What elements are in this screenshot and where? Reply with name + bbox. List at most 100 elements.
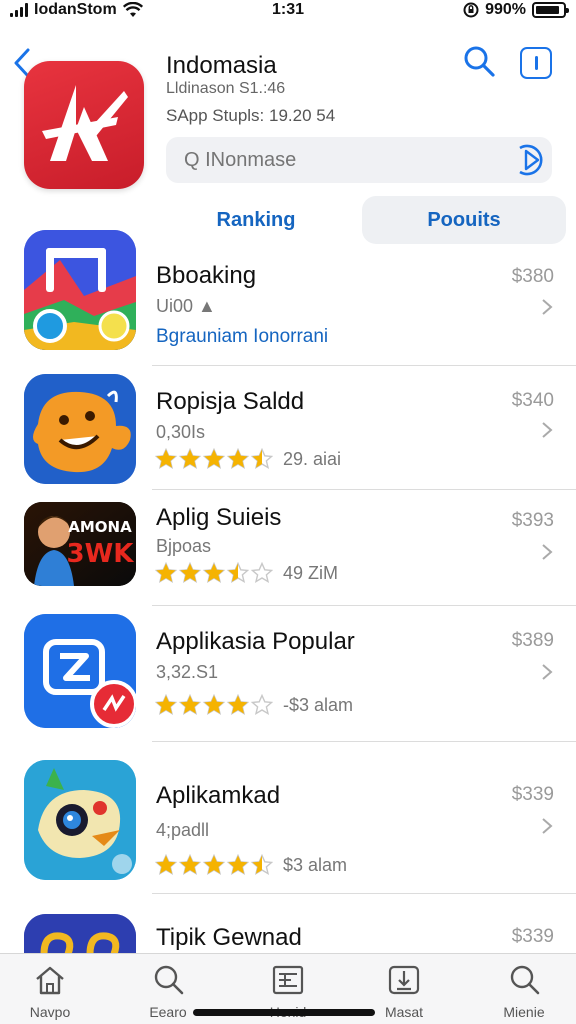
chevron-right-icon bbox=[542, 422, 553, 438]
star-icons bbox=[155, 562, 273, 584]
star-icon bbox=[227, 448, 249, 470]
popular-app-icon bbox=[24, 614, 136, 728]
app-subtitle: 0,30Is bbox=[156, 422, 206, 442]
star-icon bbox=[179, 854, 201, 876]
star-icon bbox=[203, 854, 225, 876]
list-item[interactable]: Ropisja Saldd 0,30Is 29. aiai $340 bbox=[0, 366, 576, 490]
app-title: Aplikamkad bbox=[156, 782, 281, 809]
app-title: Ropisja Saldd bbox=[156, 388, 305, 415]
star-icon bbox=[155, 854, 177, 876]
star-icon bbox=[227, 854, 249, 876]
orientation-lock-icon bbox=[463, 2, 479, 18]
list-item[interactable]: Applikasia Popular 3,32.S1 -$3 alam $389 bbox=[0, 606, 576, 742]
app-icon bbox=[24, 760, 136, 880]
store-app-icon bbox=[24, 61, 144, 189]
app-rating: $3 alam bbox=[155, 854, 347, 876]
star-icon bbox=[251, 562, 273, 584]
search-field[interactable] bbox=[166, 137, 552, 183]
page-title: Indomasia bbox=[166, 52, 277, 79]
app-subtitle: 3,32.S1 bbox=[156, 662, 219, 682]
brand-logo-icon bbox=[42, 85, 128, 161]
list-item[interactable]: Tipik Gewnad $339 bbox=[0, 894, 576, 974]
tabbar-label: Mienie bbox=[503, 1004, 545, 1020]
app-price: $339 bbox=[511, 926, 554, 947]
star-icons bbox=[155, 694, 273, 716]
app-price: $393 bbox=[511, 510, 554, 531]
search-icon[interactable] bbox=[462, 44, 496, 80]
tabbar-item-updates[interactable]: Masat bbox=[364, 964, 444, 1020]
star-icon bbox=[179, 448, 201, 470]
tabbar-label: Masat bbox=[384, 1004, 424, 1020]
app-icon bbox=[24, 230, 136, 350]
tabbar-item-search-2[interactable]: Mienie bbox=[484, 964, 564, 1020]
rating-count: 49 ZiM bbox=[283, 562, 339, 583]
chevron-right-icon bbox=[542, 664, 553, 680]
bird-app-icon bbox=[24, 760, 136, 880]
rating-count: -$3 alam bbox=[283, 694, 354, 715]
star-icon bbox=[227, 562, 249, 584]
icon-wordmark-top: AMONA bbox=[68, 518, 132, 536]
star-icon bbox=[251, 694, 273, 716]
star-icons bbox=[155, 854, 273, 876]
app-title: Applikasia Popular bbox=[156, 628, 355, 655]
search-icon bbox=[510, 965, 540, 995]
list-item[interactable]: AMONA 3WK Aplig Suieis Bjpoas 49 ZiM $39… bbox=[0, 490, 576, 606]
app-rating: 29. aiai bbox=[155, 448, 341, 470]
app-title: Bboaking bbox=[156, 262, 257, 289]
list-item[interactable]: Aplikamkad 4;padll $3 alam $339 bbox=[0, 742, 576, 894]
home-icon bbox=[36, 966, 64, 995]
store-stats: SApp Stupls: 19.20 54 bbox=[166, 106, 336, 125]
game-app-icon: AMONA 3WK bbox=[24, 502, 136, 586]
icon-wordmark: 3WK bbox=[67, 539, 135, 569]
app-title: Tipik Gewnad bbox=[156, 924, 302, 951]
app-price: $339 bbox=[511, 784, 554, 805]
battery-percent: 990% bbox=[485, 1, 526, 18]
app-rating: 49 ZiM bbox=[155, 562, 338, 584]
info-icon[interactable] bbox=[520, 47, 552, 79]
list-item[interactable]: Bboaking Ui00 ▲ Bgrauniam Ionorrani $380 bbox=[0, 226, 576, 366]
star-icon bbox=[251, 854, 273, 876]
app-icon bbox=[24, 374, 136, 484]
app-subtitle: Bjpoas bbox=[156, 536, 212, 556]
app-price: $380 bbox=[511, 266, 554, 287]
star-icon bbox=[203, 694, 225, 716]
app-icon: AMONA 3WK bbox=[24, 502, 136, 586]
rating-count: $3 alam bbox=[283, 854, 348, 875]
app-rating: -$3 alam bbox=[155, 694, 353, 716]
booking-app-icon bbox=[24, 230, 136, 350]
go-icon[interactable] bbox=[510, 140, 550, 180]
search-input[interactable] bbox=[184, 148, 504, 172]
star-icon bbox=[155, 694, 177, 716]
search-icon bbox=[154, 965, 184, 995]
star-icon bbox=[155, 448, 177, 470]
chevron-right-icon bbox=[542, 544, 553, 560]
status-bar: IodanStom 1:31 990% bbox=[0, 0, 576, 22]
mascot-app-icon bbox=[24, 374, 136, 484]
tabbar-item-home[interactable]: Navpo bbox=[10, 964, 90, 1020]
updates-icon bbox=[388, 965, 420, 995]
app-price: $340 bbox=[511, 390, 554, 411]
star-icon bbox=[251, 448, 273, 470]
chevron-right-icon bbox=[542, 299, 553, 315]
star-icon bbox=[179, 694, 201, 716]
app-subtitle: 4;padll bbox=[156, 820, 210, 840]
chevron-right-icon bbox=[542, 818, 553, 834]
rating-count: 29. aiai bbox=[283, 448, 342, 469]
app-price: $389 bbox=[511, 630, 554, 651]
star-icon bbox=[203, 562, 225, 584]
star-icons bbox=[155, 448, 273, 470]
star-icon bbox=[227, 694, 249, 716]
categories-icon bbox=[272, 965, 304, 995]
app-title: Aplig Suieis bbox=[156, 504, 282, 531]
battery-icon bbox=[532, 2, 569, 18]
tabbar-label: Navpo bbox=[29, 1004, 71, 1020]
star-icon bbox=[155, 562, 177, 584]
home-indicator[interactable] bbox=[193, 1009, 375, 1016]
app-category-link[interactable]: Bgrauniam Ionorrani bbox=[156, 326, 328, 348]
star-icon bbox=[179, 562, 201, 584]
app-icon bbox=[24, 614, 136, 728]
app-subtitle: Ui00 ▲ bbox=[156, 296, 216, 316]
battery-level bbox=[536, 6, 560, 14]
star-icon bbox=[203, 448, 225, 470]
store-subtitle: Lldinason S1.:46 bbox=[166, 80, 286, 97]
